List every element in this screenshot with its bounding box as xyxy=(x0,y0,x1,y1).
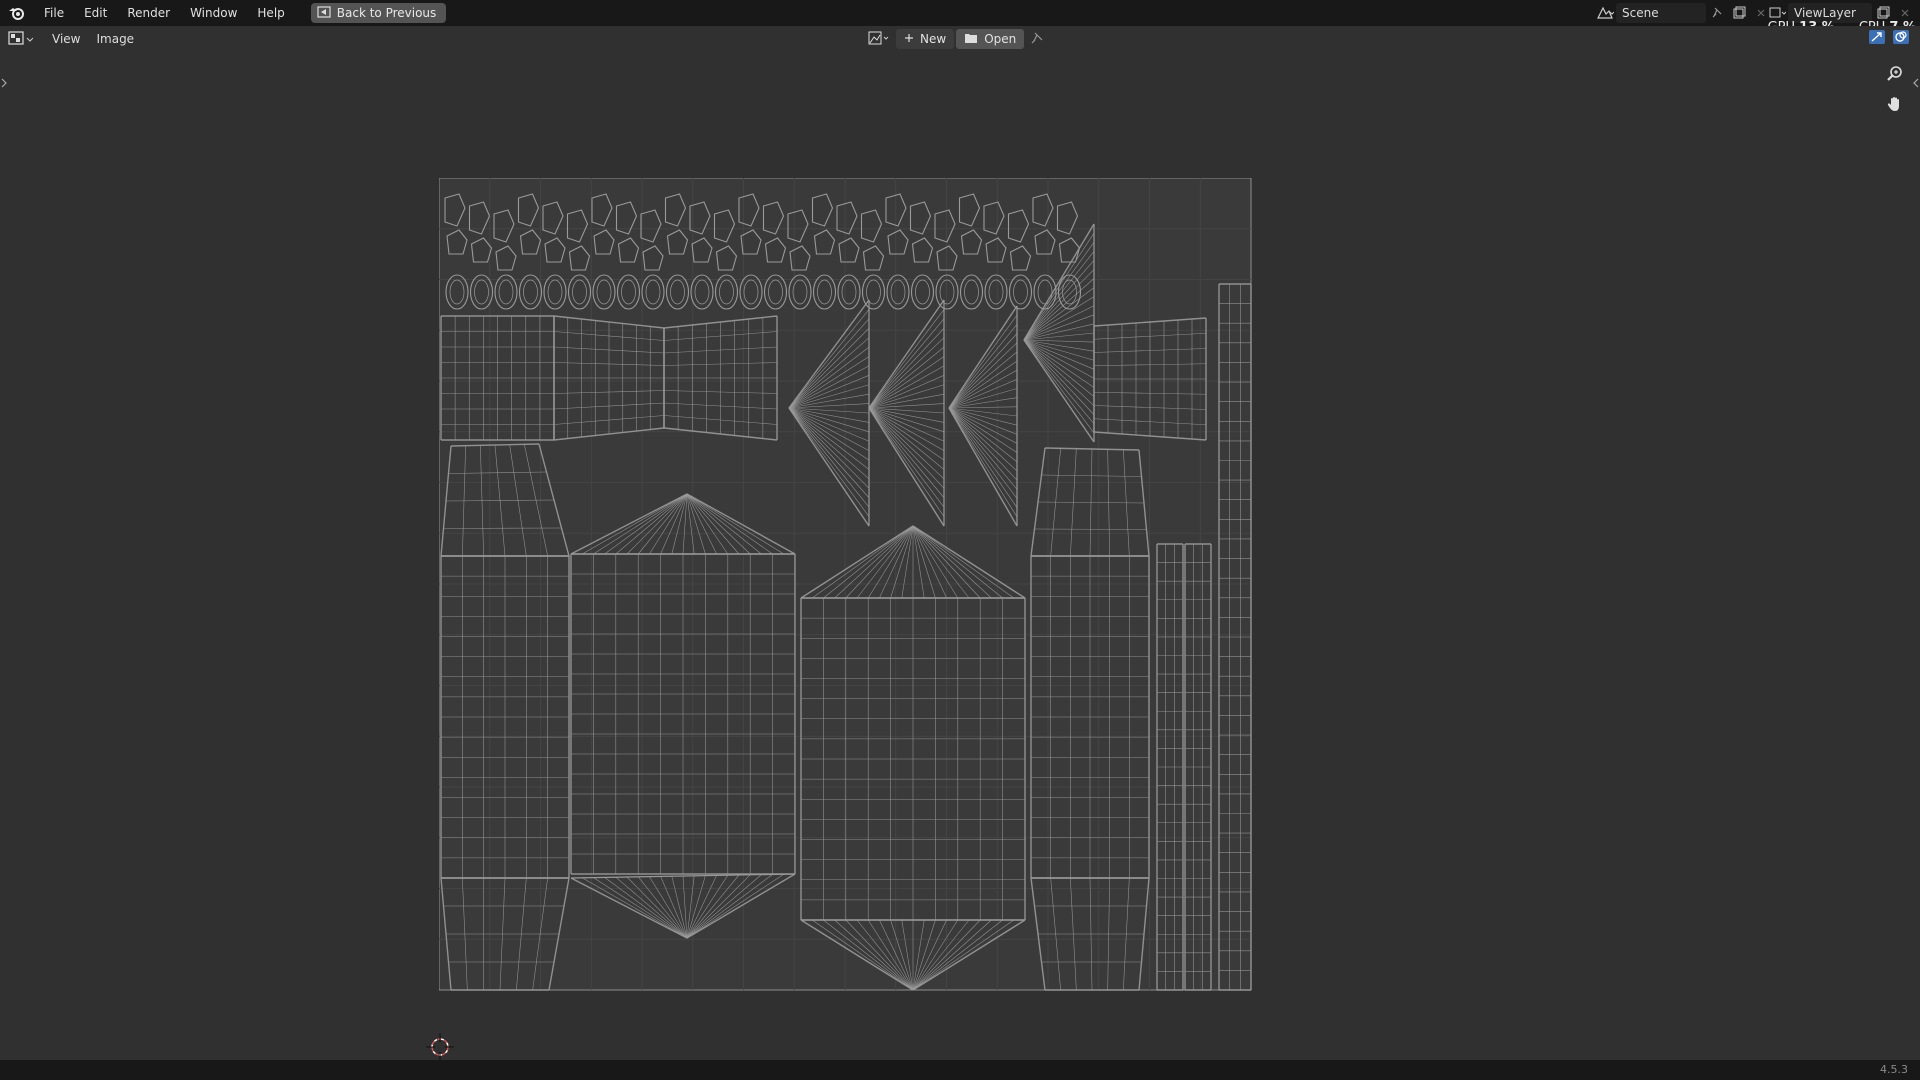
pan-view-button[interactable] xyxy=(1882,92,1908,118)
hand-icon xyxy=(1886,95,1904,116)
pin-image-button[interactable] xyxy=(1026,29,1048,49)
menu-edit[interactable]: Edit xyxy=(74,0,117,26)
image-browse-icon xyxy=(868,31,890,48)
image-datablock-tools: New Open xyxy=(864,29,1048,49)
toolbar-expand-arrow[interactable] xyxy=(0,76,8,90)
back-to-previous-button[interactable]: Back to Previous xyxy=(310,3,447,23)
overlay-toggles xyxy=(1866,28,1912,48)
browse-image-button[interactable] xyxy=(864,29,894,49)
status-bar: 4.5.3 xyxy=(0,1060,1920,1080)
new-scene-icon[interactable] xyxy=(1728,3,1750,23)
new-image-button[interactable]: New xyxy=(896,29,955,49)
chevron-down-icon xyxy=(26,32,34,46)
menu-render[interactable]: Render xyxy=(117,0,180,26)
menu-help[interactable]: Help xyxy=(247,0,294,26)
gizmo-icon xyxy=(1868,29,1886,48)
top-menu-bar: File Edit Render Window Help Back to Pre… xyxy=(0,0,1920,26)
pin-icon xyxy=(1030,31,1044,48)
image-editor-header: View Image New Open xyxy=(0,26,1920,52)
overlay-icon xyxy=(1892,29,1910,48)
menu-image[interactable]: Image xyxy=(88,32,142,46)
uv-layout-canvas[interactable] xyxy=(439,178,1255,994)
scene-icon[interactable] xyxy=(1594,3,1616,23)
blender-logo-icon[interactable] xyxy=(0,0,34,26)
view-layer-name: ViewLayer xyxy=(1794,6,1856,20)
image-editor-icon xyxy=(8,30,24,48)
back-to-previous-label: Back to Previous xyxy=(336,6,437,20)
uv-editor-viewport[interactable] xyxy=(0,52,1920,1061)
sidebar-expand-arrow[interactable] xyxy=(1912,76,1920,90)
open-image-button[interactable]: Open xyxy=(956,29,1025,49)
folder-icon xyxy=(964,32,978,47)
open-image-label: Open xyxy=(984,32,1017,46)
new-image-label: New xyxy=(920,32,947,46)
scene-name: Scene xyxy=(1622,6,1659,20)
gizmo-toggle[interactable] xyxy=(1866,28,1888,48)
menu-window[interactable]: Window xyxy=(180,0,247,26)
version-label: 4.5.3 xyxy=(1880,1063,1908,1076)
zoom-view-button[interactable] xyxy=(1882,62,1908,88)
back-to-previous-icon xyxy=(317,5,331,21)
pin-scene-icon[interactable] xyxy=(1706,3,1728,23)
zoom-icon xyxy=(1886,65,1904,86)
overlay-toggle[interactable] xyxy=(1890,28,1912,48)
scene-name-field[interactable]: Scene xyxy=(1616,3,1706,23)
menu-file[interactable]: File xyxy=(34,0,74,26)
plus-icon xyxy=(904,32,914,46)
menu-view[interactable]: View xyxy=(44,32,88,46)
editor-type-selector[interactable] xyxy=(8,28,44,50)
scene-selector: Scene xyxy=(1594,2,1772,24)
